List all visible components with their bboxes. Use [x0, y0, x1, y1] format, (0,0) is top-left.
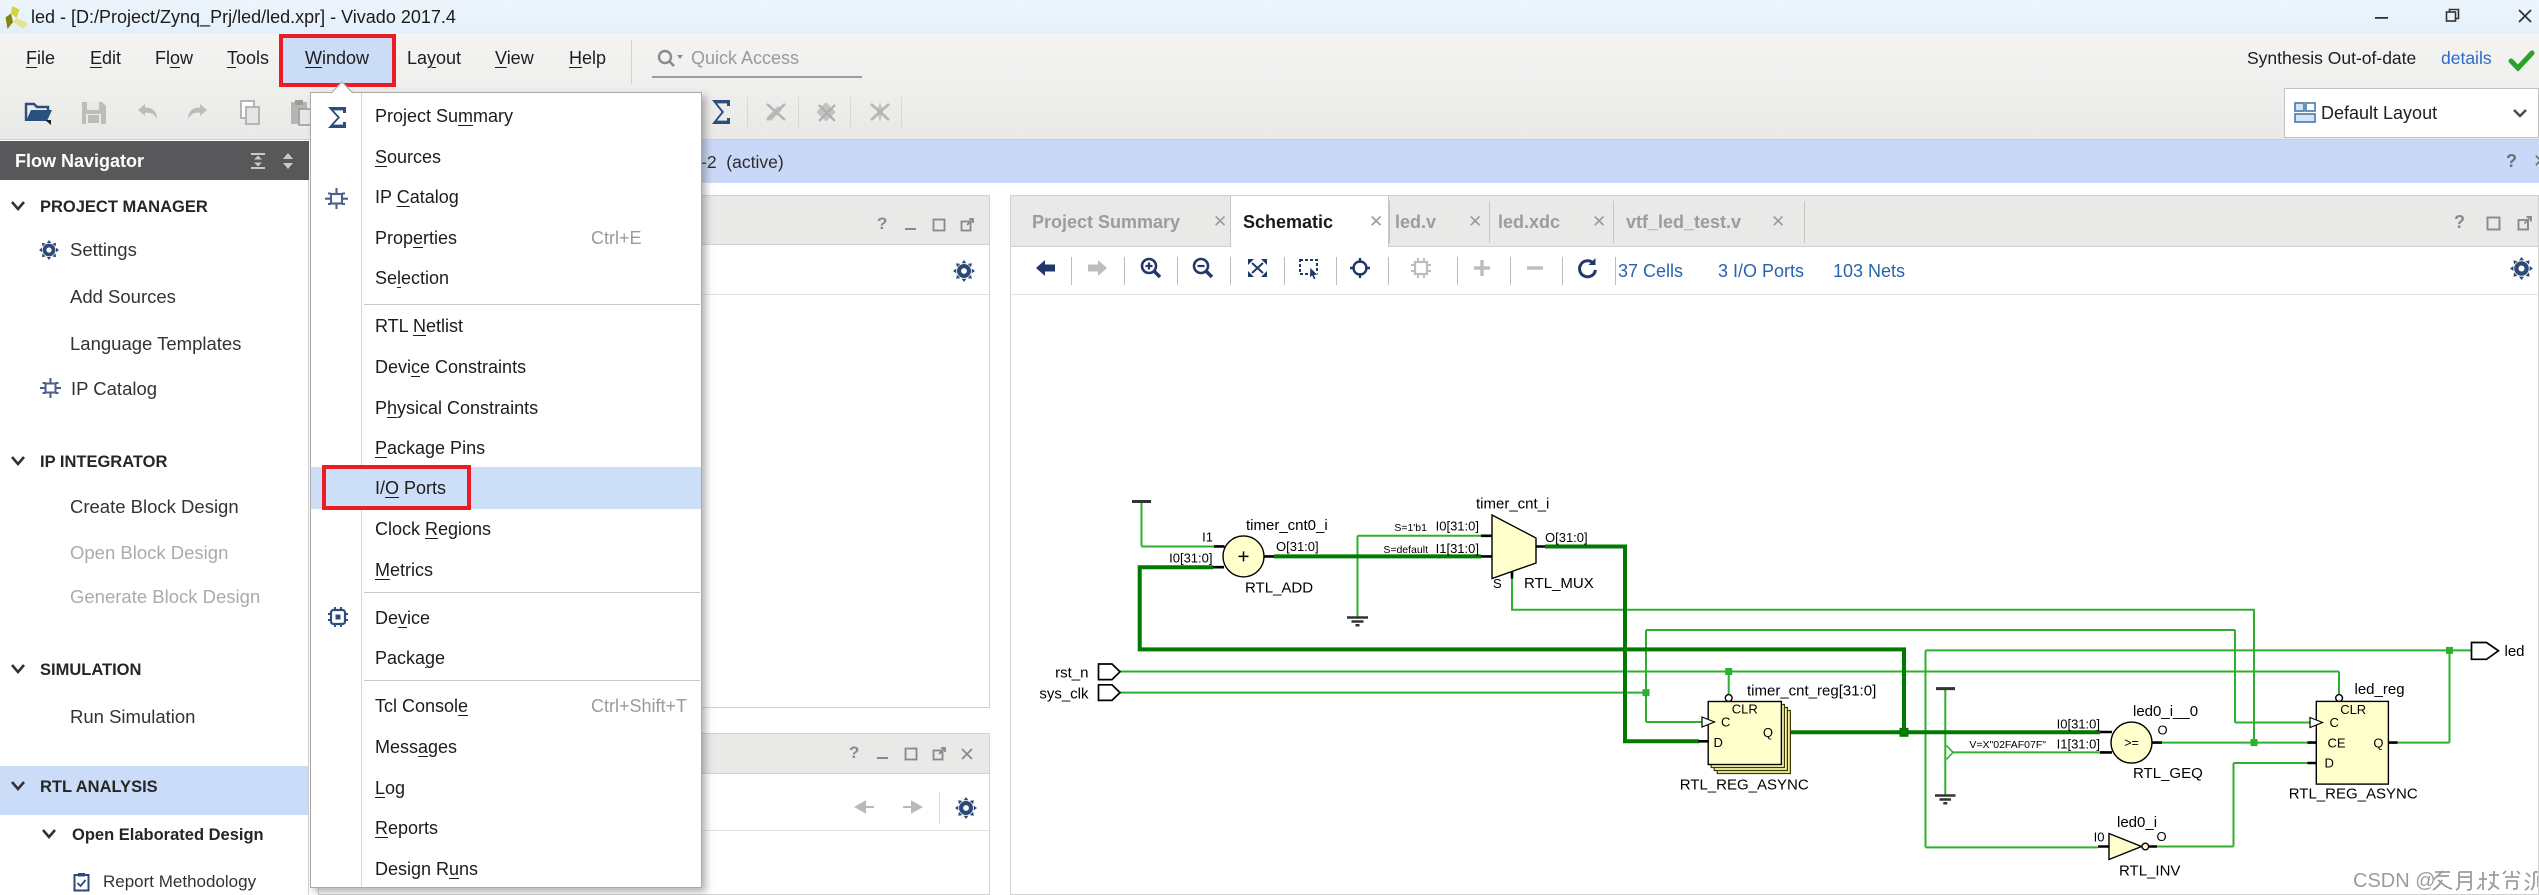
svg-text:CLR: CLR	[1732, 702, 1758, 717]
svg-text:O: O	[2157, 829, 2167, 844]
svg-text:I1[31:0]: I1[31:0]	[2057, 736, 2100, 751]
svg-text:I0[31:0]: I0[31:0]	[1169, 550, 1212, 565]
svg-text:D: D	[1714, 735, 1723, 750]
svg-text:Q: Q	[1763, 725, 1773, 740]
svg-text:I0[31:0]: I0[31:0]	[2057, 716, 2100, 731]
svg-text:I0[31:0]: I0[31:0]	[1436, 519, 1479, 534]
svg-text:O: O	[2158, 722, 2168, 737]
svg-text:I1[31:0]: I1[31:0]	[1436, 541, 1479, 556]
svg-text:RTL_REG_ASYNC: RTL_REG_ASYNC	[1680, 777, 1809, 794]
svg-text:led0_i__0: led0_i__0	[2133, 703, 2198, 720]
svg-text:RTL_GEQ: RTL_GEQ	[2133, 765, 2203, 782]
svg-text:CE: CE	[2328, 735, 2346, 750]
svg-text:O[31:0]: O[31:0]	[1545, 530, 1588, 545]
svg-text:S=default: S=default	[1383, 544, 1428, 556]
svg-text:RTL_MUX: RTL_MUX	[1524, 575, 1594, 592]
svg-text:S: S	[1493, 576, 1502, 591]
svg-text:I1: I1	[1202, 530, 1213, 545]
svg-text:RTL_REG_ASYNC: RTL_REG_ASYNC	[2289, 786, 2418, 803]
svg-text:I0: I0	[2094, 830, 2105, 845]
svg-text:Q: Q	[2373, 735, 2383, 750]
svg-text:led0_i: led0_i	[2117, 814, 2157, 831]
svg-text:>=: >=	[2124, 736, 2139, 750]
svg-text:timer_cnt_i: timer_cnt_i	[1476, 496, 1549, 513]
svg-text:D: D	[2325, 756, 2334, 771]
svg-text:timer_cnt0_i: timer_cnt0_i	[1246, 517, 1328, 534]
svg-text:led: led	[2505, 643, 2525, 660]
svg-text:RTL_INV: RTL_INV	[2119, 863, 2180, 880]
svg-text:led_reg: led_reg	[2355, 681, 2405, 698]
svg-text:rst_n: rst_n	[1055, 664, 1088, 681]
svg-text:CSDN @: CSDN @	[2353, 870, 2436, 892]
svg-text:timer_cnt_reg[31:0]: timer_cnt_reg[31:0]	[1747, 683, 1876, 700]
svg-text:S=1'b1: S=1'b1	[1394, 522, 1427, 534]
svg-text:O[31:0]: O[31:0]	[1276, 539, 1319, 554]
svg-text:CLR: CLR	[2340, 702, 2366, 717]
svg-text:C: C	[2330, 715, 2339, 730]
svg-text:RTL_ADD: RTL_ADD	[1245, 580, 1313, 597]
svg-text:sys_clk: sys_clk	[1039, 685, 1089, 702]
svg-text:C: C	[1721, 715, 1730, 730]
svg-text:V=X"02FAF07F": V=X"02FAF07F"	[1969, 739, 2046, 751]
